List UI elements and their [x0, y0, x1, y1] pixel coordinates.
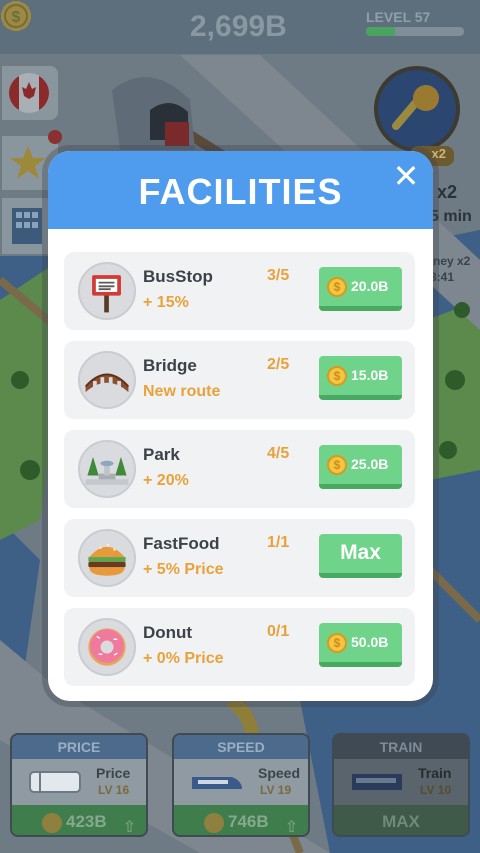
facility-row-donut: Donut + 0% Price 0/1 $ 50.0B: [64, 608, 415, 686]
facility-bonus: + 15%: [143, 294, 189, 311]
panel-level: LV 10: [420, 783, 452, 797]
facility-name: BusStop: [143, 267, 213, 286]
buy-price: 25.0B: [351, 456, 389, 472]
facility-count: 1/1: [267, 534, 290, 551]
facility-count: 4/5: [267, 445, 290, 462]
buy-bridge-button[interactable]: $ 15.0B: [319, 356, 402, 400]
price-ticket-icon: [29, 771, 81, 793]
price-upgrade-button[interactable]: 423B ⇧: [12, 805, 146, 836]
facility-name: Donut: [143, 623, 193, 642]
close-icon[interactable]: ✕: [391, 160, 421, 192]
facility-bonus: + 0% Price: [143, 650, 224, 667]
level-label: LEVEL 57: [366, 9, 431, 25]
speed-train-icon: [192, 777, 242, 789]
building-icon: [12, 208, 42, 244]
top-bar: $ 2,699B LEVEL 57: [0, 0, 480, 54]
train-upgrade-panel[interactable]: TRAIN Train LV 10 MAX: [332, 733, 470, 837]
coin-icon: $: [327, 455, 347, 475]
facility-row-bridge: Bridge New route 2/5 $ 15.0B: [64, 341, 415, 419]
panel-name: Price: [96, 765, 131, 781]
dialog-title: FACILITIES: [138, 171, 343, 212]
level-progress-fill: [366, 27, 396, 36]
notification-dot: [48, 130, 62, 144]
coin-icon: $: [327, 633, 347, 653]
burger-icon: [78, 529, 136, 587]
facility-list: BusStop + 15% 3/5 $ 20.0B Bridge New rou…: [64, 252, 415, 697]
panel-name: Speed: [258, 765, 301, 781]
upgrade-arrow-icon: ⇧: [284, 819, 298, 836]
bus-stop-sign-icon: [78, 262, 136, 320]
bridge-icon: [78, 351, 136, 409]
buy-busstop-button[interactable]: $ 20.0B: [319, 267, 402, 311]
coin-icon: $: [327, 366, 347, 386]
svg-text:$: $: [12, 9, 21, 26]
facility-row-busstop: BusStop + 15% 3/5 $ 20.0B: [64, 252, 415, 330]
panel-level: LV 16: [98, 783, 130, 797]
fastfood-max-button[interactable]: Max: [319, 534, 402, 578]
panel-level: LV 19: [260, 783, 292, 797]
facility-bonus: + 5% Price: [143, 561, 224, 578]
facility-count: 2/5: [267, 356, 290, 373]
donut-icon: [78, 618, 136, 676]
bonus-boost-button[interactable]: [374, 66, 460, 152]
facility-bonus: + 20%: [143, 472, 189, 489]
canada-flag-icon: [9, 73, 49, 113]
comet-icon: [392, 85, 439, 130]
facilities-dialog: FACILITIES ✕ BusStop + 15% 3/5 $ 20.0B B…: [48, 151, 433, 701]
panel-name: Train: [418, 765, 452, 781]
panel-header: SPEED: [174, 735, 308, 759]
facility-count: 0/1: [267, 623, 290, 640]
facility-count: 3/5: [267, 267, 290, 284]
coin-icon: $: [1, 1, 31, 31]
facility-row-park: Park + 20% 4/5 $ 25.0B: [64, 430, 415, 508]
facility-row-fastfood: FastFood + 5% Price 1/1 Max: [64, 519, 415, 597]
speed-upgrade-button[interactable]: 746B ⇧: [174, 805, 308, 836]
level-progress-bar: [366, 27, 464, 36]
coin-icon: [204, 813, 224, 833]
coin-icon: [42, 813, 62, 833]
upgrade-cost: 423B: [66, 812, 107, 831]
money-total: 2,699B: [190, 10, 287, 43]
price-upgrade-panel[interactable]: PRICE Price LV 16 423B ⇧: [10, 733, 148, 837]
facility-name: Bridge: [143, 356, 197, 375]
panel-header: PRICE: [12, 735, 146, 759]
upgrade-cost: 746B: [228, 812, 269, 831]
upgrade-arrow-icon: ⇧: [122, 819, 136, 836]
speed-upgrade-panel[interactable]: SPEED Speed LV 19 746B ⇧: [172, 733, 310, 837]
star-icon: [10, 146, 46, 179]
coin-icon: $: [327, 277, 347, 297]
park-fountain-icon: [78, 440, 136, 498]
dialog-header: FACILITIES ✕: [48, 151, 433, 229]
buy-price: 50.0B: [351, 634, 389, 650]
buy-price: 15.0B: [351, 367, 389, 383]
money-multiplier-label: ney x2: [433, 254, 471, 268]
train-icon: [352, 774, 402, 790]
country-button[interactable]: [0, 64, 60, 122]
boost-duration: 5 min: [430, 208, 472, 225]
buy-donut-button[interactable]: $ 50.0B: [319, 623, 402, 667]
buy-price: 20.0B: [351, 278, 389, 294]
boost-timer: 3:41: [430, 270, 455, 284]
buy-park-button[interactable]: $ 25.0B: [319, 445, 402, 489]
boost-multiplier: x2: [437, 182, 458, 202]
train-max-label: MAX: [334, 805, 468, 835]
facility-name: Park: [143, 445, 180, 464]
facility-bonus: New route: [143, 383, 221, 400]
panel-header: TRAIN: [334, 735, 468, 759]
facility-name: FastFood: [143, 534, 220, 553]
